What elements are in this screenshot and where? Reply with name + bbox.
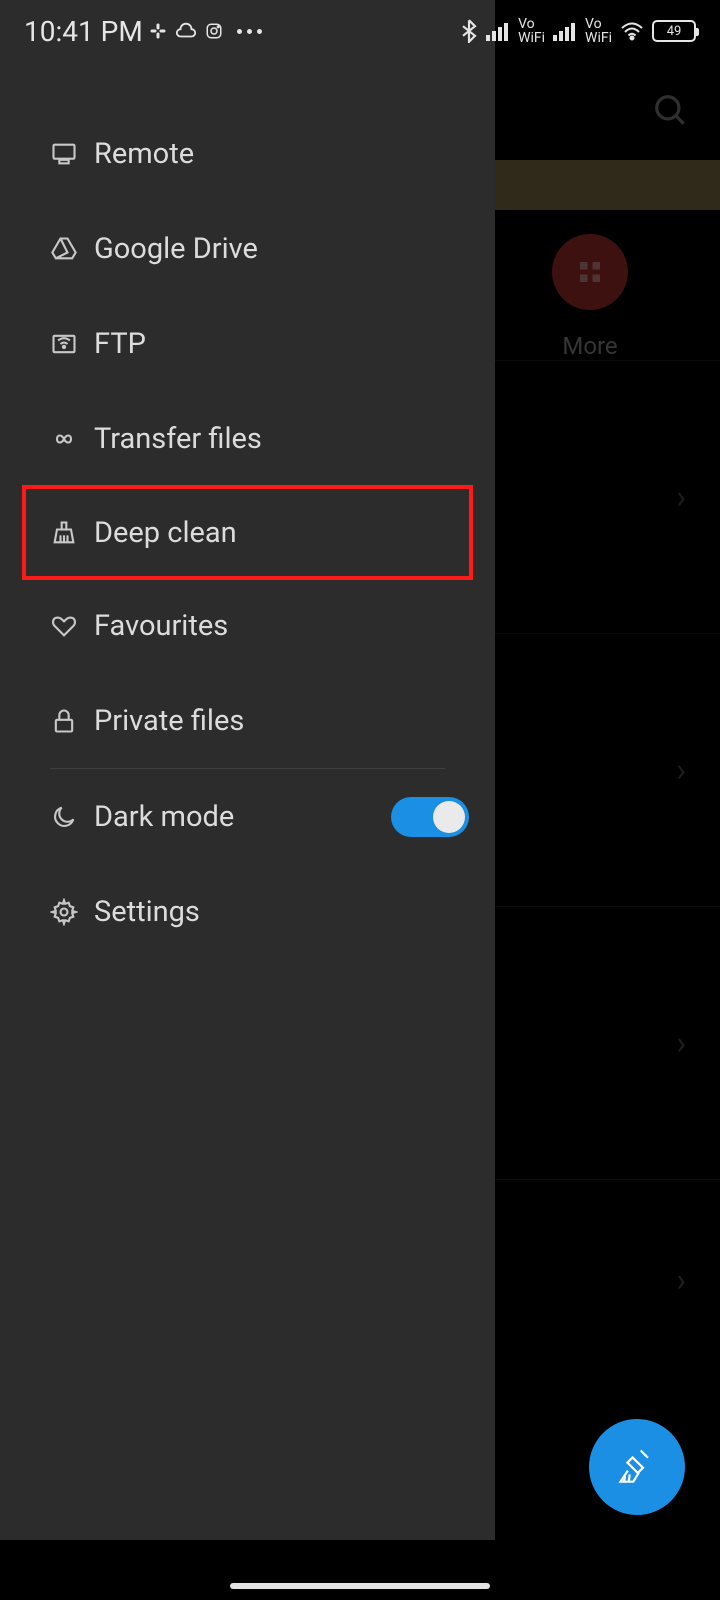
drawer-item-private-files[interactable]: Private files [0, 673, 495, 768]
drawer-item-label: FTP [94, 327, 469, 361]
drawer-item-ftp[interactable]: FTP [0, 296, 495, 391]
drawer-item-dark-mode[interactable]: Dark mode [0, 769, 495, 864]
moon-icon [50, 803, 94, 831]
battery-indicator: 49 [652, 20, 696, 42]
drawer-item-label: Dark mode [94, 800, 391, 834]
drawer-item-label: Google Drive [94, 232, 469, 266]
drawer-item-google-drive[interactable]: Google Drive [0, 201, 495, 296]
drawer-item-label: Deep clean [94, 516, 465, 550]
monitor-icon [50, 140, 94, 168]
lock-icon [50, 707, 94, 735]
drawer-item-settings[interactable]: Settings [0, 864, 495, 959]
status-bar: 10:41 PM VoWiFi VoWiFi 49 [0, 0, 720, 62]
nav-handle[interactable] [230, 1583, 490, 1589]
drawer-item-label: Favourites [94, 609, 469, 643]
drawer-item-favourites[interactable]: Favourites [0, 578, 495, 673]
signal-icon [486, 21, 508, 41]
broom-icon [50, 519, 94, 547]
drawer-item-deep-clean[interactable]: Deep clean [22, 485, 473, 580]
infinity-icon [50, 425, 94, 453]
drive-icon [50, 235, 94, 263]
heart-icon [50, 612, 94, 640]
drawer-item-transfer[interactable]: Transfer files [0, 391, 495, 486]
broom-icon [615, 1445, 659, 1489]
drawer-item-label: Private files [94, 704, 469, 738]
slack-icon [149, 22, 167, 40]
bluetooth-icon [460, 19, 478, 43]
signal-icon [553, 21, 575, 41]
drawer-item-label: Remote [94, 137, 469, 171]
gear-icon [50, 898, 94, 926]
instagram-icon [205, 22, 223, 40]
drawer-item-label: Transfer files [94, 422, 469, 456]
more-notifications-icon [237, 29, 262, 34]
navigation-drawer: Remote Google Drive FTP Transfer files D… [0, 0, 495, 1540]
drawer-item-remote[interactable]: Remote [0, 106, 495, 201]
vowifi-indicator: VoWiFi [518, 17, 545, 45]
clean-fab[interactable] [589, 1419, 685, 1515]
cloud-icon [175, 22, 197, 40]
status-time: 10:41 PM [24, 15, 143, 48]
wifi-icon [620, 21, 644, 41]
drawer-item-label: Settings [94, 895, 469, 929]
ftp-icon [50, 330, 94, 358]
dark-mode-toggle[interactable] [391, 797, 469, 837]
vowifi-indicator: VoWiFi [585, 17, 612, 45]
